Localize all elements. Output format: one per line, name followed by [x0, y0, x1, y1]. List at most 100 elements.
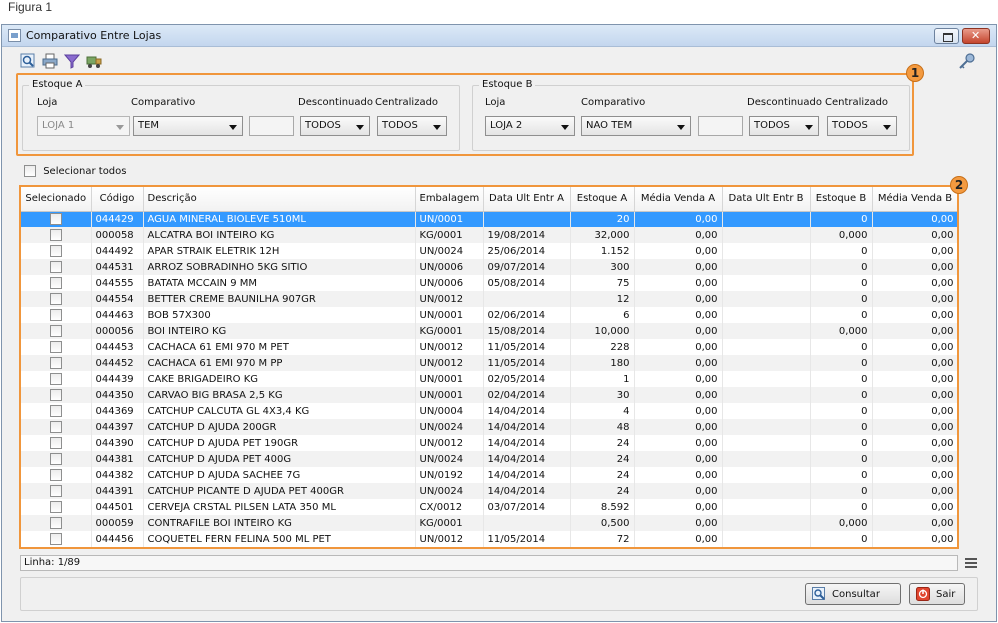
consultar-button[interactable]: Consultar: [805, 583, 901, 605]
table-row[interactable]: 044381 CATCHUP D AJUDA PET 400G UN/0024 14/…: [21, 451, 957, 467]
centralizado-a-label: Centralizado: [375, 97, 439, 108]
row-checkbox[interactable]: [49, 437, 62, 449]
row-checkbox[interactable]: [49, 373, 62, 385]
row-checkbox[interactable]: [49, 213, 62, 226]
table-row[interactable]: 044382 CATCHUP D AJUDA SACHEE 7G UN/0192 14…: [21, 467, 957, 483]
table-row[interactable]: 044531 ARROZ SOBRADINHO 5KG SITIO UN/0006 0…: [21, 259, 957, 275]
col-header-data-ult-entr-a[interactable]: Data Ult Entr A: [483, 187, 571, 212]
print-icon[interactable]: [42, 53, 58, 69]
sair-button[interactable]: Sair: [909, 583, 965, 605]
row-checkbox[interactable]: [49, 517, 62, 529]
cell-data-ult-entr-b: [722, 291, 811, 307]
row-checkbox[interactable]: [49, 485, 62, 497]
cell-media-venda-a: 0,00: [634, 211, 723, 227]
row-checkbox[interactable]: [49, 277, 62, 289]
chevron-down-icon: [883, 125, 891, 130]
centralizado-a-select[interactable]: TODOS: [377, 116, 447, 136]
row-checkbox[interactable]: [49, 245, 62, 257]
table-row[interactable]: 044555 BATATA MCCAIN 9 MM UN/0006 05/08/201…: [21, 275, 957, 291]
comparativo-a-input[interactable]: [249, 116, 294, 136]
comparativo-a-select[interactable]: TEM: [133, 116, 243, 136]
table-row[interactable]: 000059 CONTRAFILE BOI INTEIRO KG KG/0001 0,…: [21, 515, 957, 531]
table-row[interactable]: 044453 CACHACA 61 EMI 970 M PET UN/0012 11/…: [21, 339, 957, 355]
table-row[interactable]: 044554 BETTER CREME BAUNILHA 907GR UN/0012…: [21, 291, 957, 307]
table-row[interactable]: 044350 CARVAO BIG BRASA 2,5 KG UN/0001 02/0…: [21, 387, 957, 403]
comparison-table: Selecionado Código Descrição Embalagem D…: [19, 185, 959, 549]
cell-media-venda-a: 0,00: [634, 419, 723, 435]
descontinuado-b-select[interactable]: TODOS: [749, 116, 819, 136]
col-header-selecionado[interactable]: Selecionado: [21, 187, 92, 212]
row-checkbox[interactable]: [49, 405, 62, 417]
col-header-codigo[interactable]: Código: [91, 187, 144, 212]
chevron-down-icon: [561, 125, 569, 130]
comparativo-b-select[interactable]: NAO TEM: [581, 116, 691, 136]
title-bar: Comparativo Entre Lojas: [2, 25, 996, 47]
table-row[interactable]: 000056 BOI INTEIRO KG KG/0001 15/08/2014 10,…: [21, 323, 957, 339]
select-all[interactable]: Selecionar todos: [24, 165, 126, 177]
row-checkbox[interactable]: [49, 469, 62, 481]
row-checkbox[interactable]: [49, 533, 62, 545]
table-row[interactable]: 044369 CATCHUP CALCUTA GL 4X3,4 KG UN/0004…: [21, 403, 957, 419]
row-checkbox[interactable]: [49, 341, 62, 353]
table-row[interactable]: 044463 BOB 57X300 UN/0001 02/06/2014 6 0,00 0 0…: [21, 307, 957, 323]
row-checkbox[interactable]: [49, 261, 62, 273]
table-row[interactable]: 044492 APAR STRAIK ELETRIK 12H UN/0024 25/0…: [21, 243, 957, 259]
comparativo-b-input[interactable]: [698, 116, 743, 136]
table-row[interactable]: 044452 CACHACA 61 EMI 970 M PP UN/0012 11/0…: [21, 355, 957, 371]
close-window-button[interactable]: [962, 28, 990, 44]
col-header-media-venda-b[interactable]: Média Venda B: [872, 187, 957, 212]
row-checkbox[interactable]: [49, 325, 62, 337]
centralizado-b-select[interactable]: TODOS: [827, 116, 897, 136]
col-header-descricao[interactable]: Descrição: [143, 187, 416, 212]
table-row[interactable]: 044397 CATCHUP D AJUDA 200GR UN/0024 14/04/…: [21, 419, 957, 435]
col-header-media-venda-a[interactable]: Média Venda A: [634, 187, 723, 212]
row-checkbox[interactable]: [49, 389, 62, 401]
cell-descricao: BATATA MCCAIN 9 MM: [143, 275, 416, 291]
row-checkbox[interactable]: [49, 357, 62, 369]
cell-descricao: BOI INTEIRO KG: [143, 323, 416, 339]
cell-descricao: CAKE BRIGADEIRO KG: [143, 371, 416, 387]
table-row[interactable]: 044439 CAKE BRIGADEIRO KG UN/0001 02/05/201…: [21, 371, 957, 387]
select-all-checkbox[interactable]: [24, 165, 36, 177]
descontinuado-a-select[interactable]: TODOS: [300, 116, 370, 136]
table-row[interactable]: 044390 CATCHUP D AJUDA PET 190GR UN/0012 14…: [21, 435, 957, 451]
row-checkbox[interactable]: [49, 293, 62, 305]
loja-b-select[interactable]: LOJA 2: [485, 116, 575, 136]
cell-data-ult-entr-b: [722, 355, 811, 371]
filter-icon[interactable]: [63, 53, 81, 69]
row-checkbox[interactable]: [49, 309, 62, 321]
menu-icon[interactable]: [965, 558, 977, 568]
col-header-estoque-a[interactable]: Estoque A: [570, 187, 635, 212]
cell-estoque-a: 8.592: [570, 499, 635, 515]
cell-media-venda-b: 0,00: [872, 499, 957, 515]
restore-button[interactable]: [934, 28, 959, 44]
cell-descricao: BETTER CREME BAUNILHA 907GR: [143, 291, 416, 307]
col-header-embalagem[interactable]: Embalagem: [415, 187, 484, 212]
row-checkbox[interactable]: [49, 453, 62, 465]
cell-data-ult-entr-a: 14/04/2014: [483, 467, 571, 483]
col-header-estoque-b[interactable]: Estoque B: [810, 187, 873, 212]
row-checkbox[interactable]: [49, 421, 62, 433]
cell-data-ult-entr-a: 15/08/2014: [483, 323, 571, 339]
table-row[interactable]: 044391 CATCHUP PICANTE D AJUDA PET 400GR U…: [21, 483, 957, 499]
table-row[interactable]: 044501 CERVEJA CRSTAL PILSEN LATA 350 ML C…: [21, 499, 957, 515]
row-checkbox[interactable]: [49, 229, 62, 241]
row-select-cell: [21, 227, 92, 243]
cell-embalagem: UN/0012: [415, 531, 484, 547]
cell-embalagem: UN/0001: [415, 211, 484, 227]
truck-icon[interactable]: [86, 53, 102, 69]
table-row[interactable]: 000058 ALCATRA BOI INTEIRO KG KG/0001 19/08…: [21, 227, 957, 243]
col-header-data-ult-entr-b[interactable]: Data Ult Entr B: [722, 187, 811, 212]
cell-media-venda-b: 0,00: [872, 515, 957, 531]
row-checkbox[interactable]: [49, 501, 62, 513]
table-row[interactable]: 044456 COQUETEL FERN FELINA 500 ML PET UN/…: [21, 531, 957, 547]
cell-data-ult-entr-a: [483, 515, 571, 531]
search-icon[interactable]: [20, 53, 36, 69]
cell-data-ult-entr-a: [483, 211, 571, 227]
key-icon[interactable]: [958, 53, 976, 71]
cell-codigo: 044554: [91, 291, 144, 307]
comparativo-b-label: Comparativo: [581, 97, 646, 108]
cell-descricao: CATCHUP D AJUDA PET 400G: [143, 451, 416, 467]
table-row[interactable]: 044429 AGUA MINERAL BIOLEVE 510ML UN/0001 2…: [21, 211, 957, 227]
cell-media-venda-b: 0,00: [872, 307, 957, 323]
